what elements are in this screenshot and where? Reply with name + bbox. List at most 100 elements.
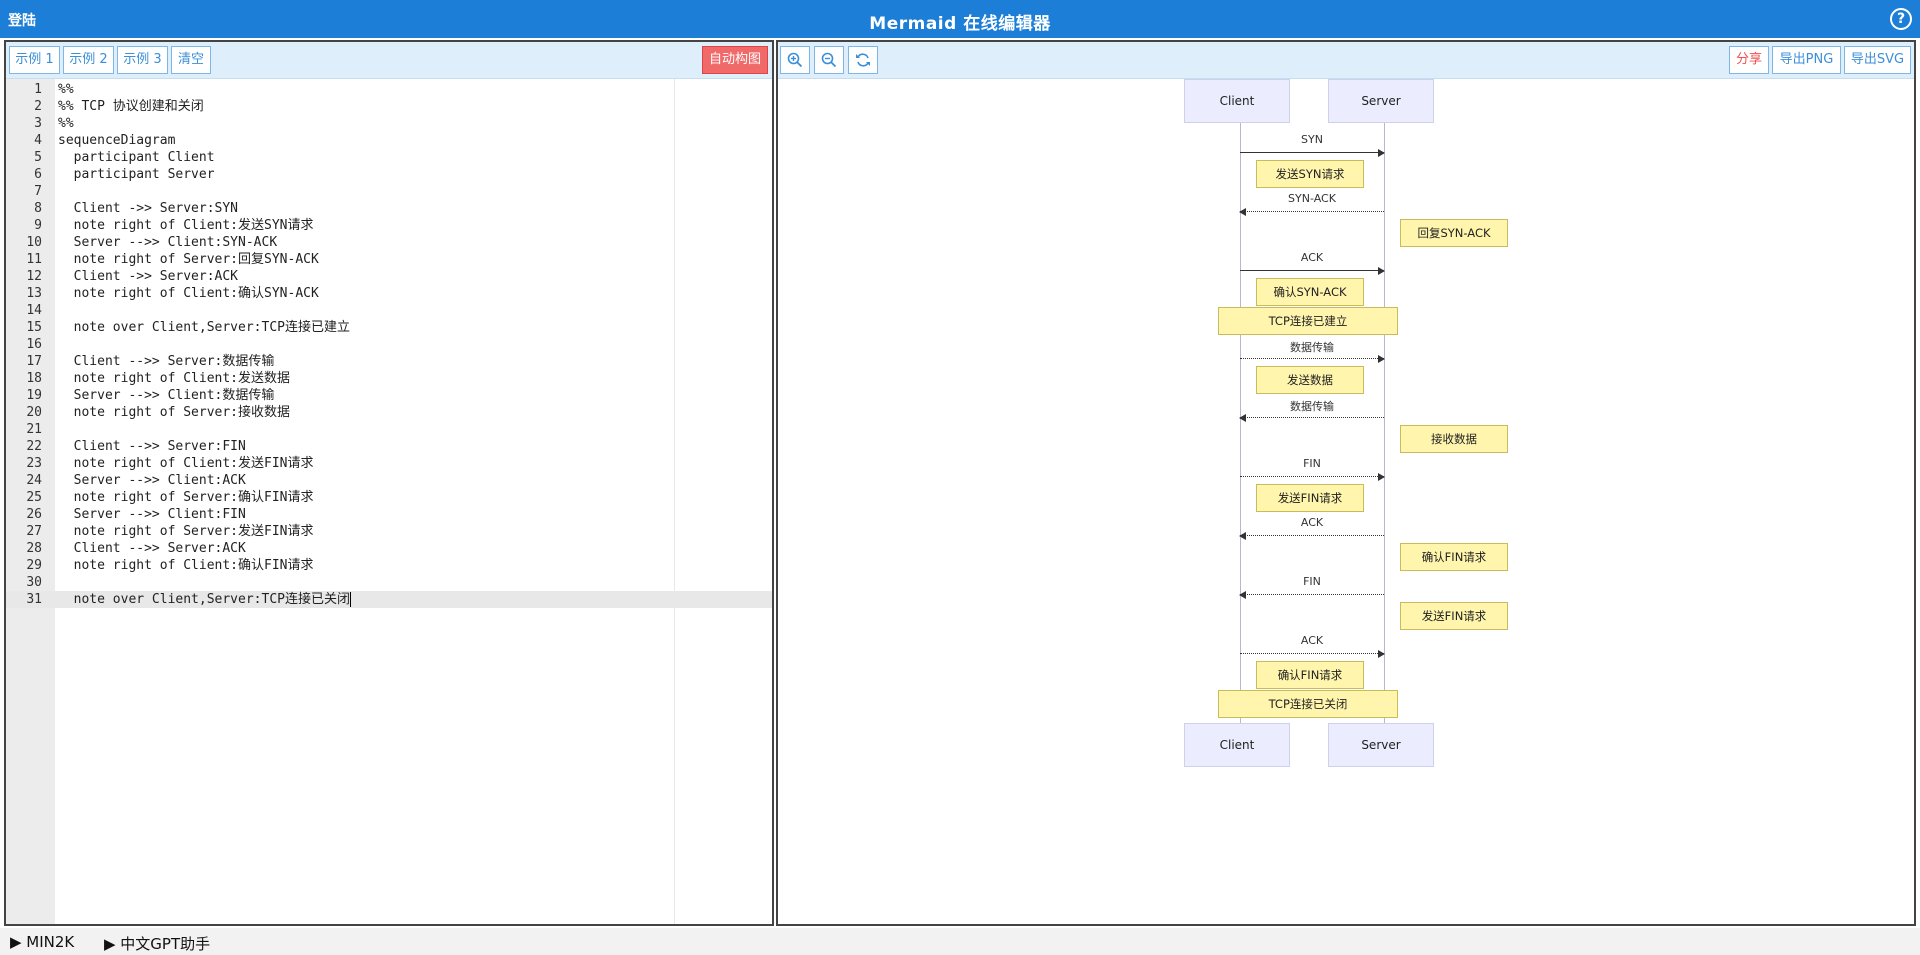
line-text: note right of Client:确认SYN-ACK <box>58 286 319 301</box>
help-icon[interactable]: ? <box>1890 8 1912 30</box>
example-3-button[interactable]: 示例 3 <box>117 46 168 74</box>
arrowhead-icon <box>1378 149 1385 157</box>
diagram-note[interactable]: 回复SYN-ACK <box>1400 219 1508 247</box>
code-line[interactable]: 7 <box>6 183 772 200</box>
clear-button[interactable]: 清空 <box>171 46 211 74</box>
actor-server-top[interactable]: Server <box>1328 79 1434 123</box>
line-number: 18 <box>26 371 42 386</box>
line-number: 11 <box>26 252 42 267</box>
code-line[interactable]: 9 note right of Client:发送SYN请求 <box>6 217 772 234</box>
code-line[interactable]: 13 note right of Client:确认SYN-ACK <box>6 285 772 302</box>
auto-layout-button[interactable]: 自动构图 <box>702 46 768 74</box>
example-2-button[interactable]: 示例 2 <box>63 46 114 74</box>
footer-link-gpt-assistant[interactable]: ▶ 中文GPT助手 <box>104 933 210 954</box>
code-line[interactable]: 14 <box>6 302 772 319</box>
text-cursor <box>349 592 351 607</box>
code-line[interactable]: 28 Client -->> Server:ACK <box>6 540 772 557</box>
app-title: Mermaid 在线编辑器 <box>869 14 1051 34</box>
refresh-icon <box>856 53 870 67</box>
message-label: SYN-ACK <box>1288 192 1336 205</box>
diagram-note[interactable]: 发送数据 <box>1256 366 1364 394</box>
arrowhead-icon <box>1378 650 1385 658</box>
line-text: participant Server <box>58 167 215 182</box>
line-text: %% <box>58 116 74 131</box>
zoom-in-button[interactable] <box>780 46 810 74</box>
line-text: note right of Server:确认FIN请求 <box>58 490 314 505</box>
code-line[interactable]: 12 Client ->> Server:ACK <box>6 268 772 285</box>
export-svg-button[interactable]: 导出SVG <box>1844 46 1911 74</box>
message-label: 数据传输 <box>1290 400 1334 413</box>
diagram-note[interactable]: 发送SYN请求 <box>1256 160 1364 188</box>
line-text: note right of Server:回复SYN-ACK <box>58 252 319 267</box>
arrowhead-icon <box>1378 355 1385 363</box>
code-line[interactable]: 16 <box>6 336 772 353</box>
line-number: 30 <box>26 575 42 590</box>
code-line[interactable]: 27 note right of Server:发送FIN请求 <box>6 523 772 540</box>
code-line[interactable]: 21 <box>6 421 772 438</box>
editor-toolbar: 示例 1 示例 2 示例 3 清空 自动构图 <box>6 42 772 79</box>
line-text: note over Client,Server:TCP连接已关闭 <box>58 592 351 607</box>
code-line[interactable]: 2 %% TCP 协议创建和关闭 <box>6 98 772 115</box>
diagram-note[interactable]: TCP连接已关闭 <box>1218 690 1398 718</box>
zoom-out-button[interactable] <box>814 46 844 74</box>
diagram-note[interactable]: 确认FIN请求 <box>1256 661 1364 689</box>
code-line[interactable]: 15 note over Client,Server:TCP连接已建立 <box>6 319 772 336</box>
code-line[interactable]: 8 Client ->> Server:SYN <box>6 200 772 217</box>
example-1-button[interactable]: 示例 1 <box>9 46 60 74</box>
line-number: 29 <box>26 558 42 573</box>
line-number: 9 <box>34 218 42 233</box>
diagram-note[interactable]: 确认FIN请求 <box>1400 543 1508 571</box>
code-line[interactable]: 18 note right of Client:发送数据 <box>6 370 772 387</box>
code-line[interactable]: 11 note right of Server:回复SYN-ACK <box>6 251 772 268</box>
code-line[interactable]: 6 participant Server <box>6 166 772 183</box>
code-line[interactable]: 1%% <box>6 81 772 98</box>
header-bar: 登陆 Mermaid 在线编辑器 ? <box>0 0 1920 38</box>
line-number: 31 <box>26 592 42 607</box>
diagram-note[interactable]: 确认SYN-ACK <box>1256 278 1364 306</box>
footer-link-min2k[interactable]: ▶ MIN2K <box>10 933 74 951</box>
export-png-button[interactable]: 导出PNG <box>1772 46 1841 74</box>
preview-toolbar: 分享 导出PNG 导出SVG <box>778 42 1914 79</box>
line-number: 26 <box>26 507 42 522</box>
code-line[interactable]: 17 Client -->> Server:数据传输 <box>6 353 772 370</box>
message-arrow <box>1240 473 1385 481</box>
line-text: %% TCP 协议创建和关闭 <box>58 99 204 114</box>
code-editor[interactable]: 1%% 2%% TCP 协议创建和关闭 3%% 4 sequenceDiagram 5 p… <box>6 79 772 924</box>
code-line[interactable]: 20 note right of Server:接收数据 <box>6 404 772 421</box>
arrowhead-icon <box>1239 208 1246 216</box>
line-text: Client -->> Server:数据传输 <box>58 354 275 369</box>
code-line[interactable]: 24 Server -->> Client:ACK <box>6 472 772 489</box>
code-line[interactable]: 10 Server -->> Client:SYN-ACK <box>6 234 772 251</box>
message-arrow <box>1239 208 1384 216</box>
footer-bar: ▶ MIN2K ▶ 中文GPT助手 <box>0 928 1920 955</box>
code-line[interactable]: 30 <box>6 574 772 591</box>
code-line[interactable]: 26 Server -->> Client:FIN <box>6 506 772 523</box>
message-label: SYN <box>1301 133 1323 146</box>
diagram-note[interactable]: 发送FIN请求 <box>1256 484 1364 512</box>
diagram-note[interactable]: 发送FIN请求 <box>1400 602 1508 630</box>
code-line[interactable]: 22 Client -->> Server:FIN <box>6 438 772 455</box>
code-line[interactable]: 23 note right of Client:发送FIN请求 <box>6 455 772 472</box>
editor-pane: 示例 1 示例 2 示例 3 清空 自动构图 1%% 2%% TCP 协议创建和关… <box>4 40 774 926</box>
message-label: ACK <box>1300 516 1324 529</box>
diagram-canvas[interactable]: Client Server Client Server SYN SYN-ACK AC… <box>778 79 1914 924</box>
code-line[interactable]: 25 note right of Server:确认FIN请求 <box>6 489 772 506</box>
code-line[interactable]: 19 Server -->> Client:数据传输 <box>6 387 772 404</box>
actor-server-bottom[interactable]: Server <box>1328 723 1434 767</box>
line-text: note over Client,Server:TCP连接已建立 <box>58 320 350 335</box>
arrowhead-icon <box>1239 414 1246 422</box>
share-button[interactable]: 分享 <box>1729 46 1769 74</box>
code-line[interactable]: 4 sequenceDiagram <box>6 132 772 149</box>
code-line[interactable]: 3%% <box>6 115 772 132</box>
code-line[interactable]: 29 note right of Client:确认FIN请求 <box>6 557 772 574</box>
arrowhead-icon <box>1239 532 1246 540</box>
line-number: 3 <box>34 116 42 131</box>
actor-client-bottom[interactable]: Client <box>1184 723 1290 767</box>
code-line[interactable]: 31 note over Client,Server:TCP连接已关闭 <box>6 591 772 608</box>
line-text: Server -->> Client:数据传输 <box>58 388 275 403</box>
actor-client-top[interactable]: Client <box>1184 79 1290 123</box>
code-line[interactable]: 5 participant Client <box>6 149 772 166</box>
diagram-note[interactable]: TCP连接已建立 <box>1218 307 1398 335</box>
refresh-button[interactable] <box>848 46 878 74</box>
diagram-note[interactable]: 接收数据 <box>1400 425 1508 453</box>
